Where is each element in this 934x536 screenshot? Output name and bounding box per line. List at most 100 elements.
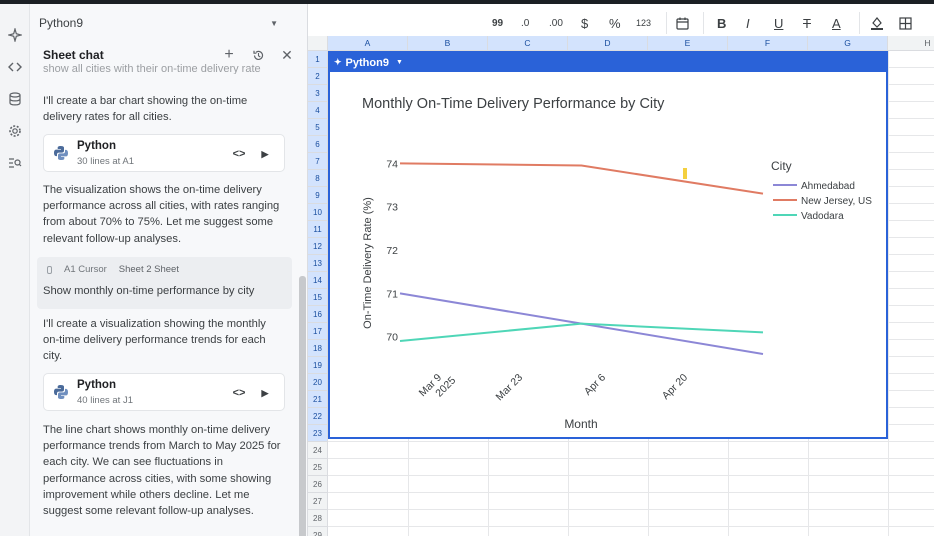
assistant-message-2: The visualization shows the on-time deli…: [43, 182, 283, 247]
sheet-selector[interactable]: Python9 ▼: [30, 11, 286, 35]
y-axis-title: On-Time Delivery Rate (%): [362, 197, 374, 329]
chevron-down-icon: ▼: [270, 18, 278, 28]
percent-button[interactable]: %: [609, 14, 621, 32]
row-header-6[interactable]: 6: [308, 136, 328, 153]
row-header-27[interactable]: 27: [308, 493, 328, 510]
column-header-h[interactable]: H: [888, 36, 934, 51]
row-header-24[interactable]: 24: [308, 442, 328, 459]
text-color-button[interactable]: A: [832, 14, 841, 32]
view-code-icon[interactable]: <>: [230, 384, 248, 402]
row-header-5[interactable]: 5: [308, 119, 328, 136]
row-header-22[interactable]: 22: [308, 408, 328, 425]
row-header-15[interactable]: 15: [308, 289, 328, 306]
chevron-down-icon[interactable]: ▼: [396, 59, 403, 66]
text-cursor-marker: [683, 168, 687, 179]
column-header-g[interactable]: G: [808, 36, 888, 51]
series-line-new-jersey-us: [399, 162, 764, 195]
legend-label: New Jersey, US: [801, 196, 872, 207]
message-line: each city. We can see fluctuations in: [43, 456, 223, 469]
message-line: on-time delivery performance trends for …: [43, 334, 266, 347]
underline-button[interactable]: U: [774, 14, 783, 32]
line-chart: Monthly On-Time Delivery Performance by …: [362, 96, 872, 431]
row-header-13[interactable]: 13: [308, 255, 328, 272]
row-header-29[interactable]: 29: [308, 527, 328, 536]
sheet-selector-value: Python9: [39, 16, 84, 30]
new-chat-plus-icon[interactable]: +: [219, 45, 239, 65]
select-all-corner[interactable]: [308, 36, 328, 51]
row-header-8[interactable]: 8: [308, 170, 328, 187]
grid-row-line: [328, 526, 934, 527]
row-header-3[interactable]: 3: [308, 85, 328, 102]
row-header-23[interactable]: 23: [308, 425, 328, 442]
quote-format-button[interactable]: 99: [492, 14, 503, 32]
search-list-icon[interactable]: [4, 152, 26, 174]
code-card-2[interactable]: Python 40 lines at J1 <> ▶: [43, 373, 285, 411]
row-header-19[interactable]: 19: [308, 357, 328, 374]
row-header-7[interactable]: 7: [308, 153, 328, 170]
row-header-4[interactable]: 4: [308, 102, 328, 119]
italic-button[interactable]: I: [746, 14, 750, 32]
y-tick-label: 74: [386, 158, 398, 170]
calendar-icon[interactable]: [676, 14, 689, 32]
message-line: from about 70% to 75%. Let me suggest so…: [43, 216, 274, 229]
assistant-message-1: I'll create a bar chart showing the on-t…: [43, 93, 283, 125]
decrease-decimal-button[interactable]: .0: [521, 14, 529, 32]
code-icon[interactable]: [4, 56, 26, 78]
column-header-b[interactable]: B: [408, 36, 488, 51]
row-header-12[interactable]: 12: [308, 238, 328, 255]
column-header-d[interactable]: D: [568, 36, 648, 51]
row-header-11[interactable]: 11: [308, 221, 328, 238]
number-format-button[interactable]: 123: [636, 14, 651, 32]
row-header-1[interactable]: 1: [308, 51, 328, 68]
column-header-e[interactable]: E: [648, 36, 728, 51]
borders-icon[interactable]: [899, 14, 912, 32]
chat-scrollbar[interactable]: [299, 276, 306, 536]
increase-decimal-button[interactable]: .00: [549, 14, 563, 32]
sheet-chat-panel: Python9 ▼ Sheet chat + ✕ show all cities…: [30, 4, 308, 536]
history-icon[interactable]: [248, 45, 268, 65]
row-header-20[interactable]: 20: [308, 374, 328, 391]
row-header-28[interactable]: 28: [308, 510, 328, 527]
run-play-icon[interactable]: ▶: [256, 145, 274, 163]
row-header-21[interactable]: 21: [308, 391, 328, 408]
legend: Ahmedabad New Jersey, US Vadodara: [773, 181, 872, 222]
attachment-icon: [47, 265, 52, 274]
grid-row-line: [328, 475, 934, 476]
gear-icon[interactable]: [4, 120, 26, 142]
code-card-title: Python: [77, 379, 116, 391]
code-card-1[interactable]: Python 30 lines at A1 <> ▶: [43, 134, 285, 172]
toolbar-divider: [703, 12, 704, 34]
sheet-context-label: Sheet 2 Sheet: [118, 264, 179, 275]
column-header-a[interactable]: A: [328, 36, 408, 51]
row-header-25[interactable]: 25: [308, 459, 328, 476]
row-header-10[interactable]: 10: [308, 204, 328, 221]
run-play-icon[interactable]: ▶: [256, 384, 274, 402]
chart-object-header[interactable]: ✦ Python9 ▼: [330, 53, 886, 72]
row-header-17[interactable]: 17: [308, 323, 328, 340]
strikethrough-button[interactable]: T: [803, 14, 811, 32]
assistant-message-4: The line chart shows monthly on-time del…: [43, 422, 283, 519]
series-line-vadodara: [399, 322, 764, 342]
view-code-icon[interactable]: <>: [230, 145, 248, 163]
row-header-2[interactable]: 2: [308, 68, 328, 85]
row-header-26[interactable]: 26: [308, 476, 328, 493]
row-header-9[interactable]: 9: [308, 187, 328, 204]
sparkle-icon[interactable]: [4, 24, 26, 46]
y-tick-label: 72: [386, 245, 398, 257]
message-line: delivery rates for all cities.: [43, 111, 172, 124]
column-header-c[interactable]: C: [488, 36, 568, 51]
row-header-18[interactable]: 18: [308, 340, 328, 357]
column-header-f[interactable]: F: [728, 36, 808, 51]
currency-button[interactable]: $: [581, 14, 588, 32]
bold-button[interactable]: B: [717, 14, 726, 32]
legend-title: City: [771, 159, 792, 173]
grid-row-line: [328, 509, 934, 510]
row-header-16[interactable]: 16: [308, 306, 328, 323]
row-header-14[interactable]: 14: [308, 272, 328, 289]
close-icon[interactable]: ✕: [277, 45, 297, 65]
python-chart-object[interactable]: ✦ Python9 ▼ Monthly On-Time Delivery Per…: [328, 51, 888, 439]
x-tick-line: Apr 6: [582, 372, 608, 398]
fill-color-icon[interactable]: [870, 14, 884, 32]
x-tick-line: Mar 23: [494, 372, 526, 404]
database-icon[interactable]: [4, 88, 26, 110]
